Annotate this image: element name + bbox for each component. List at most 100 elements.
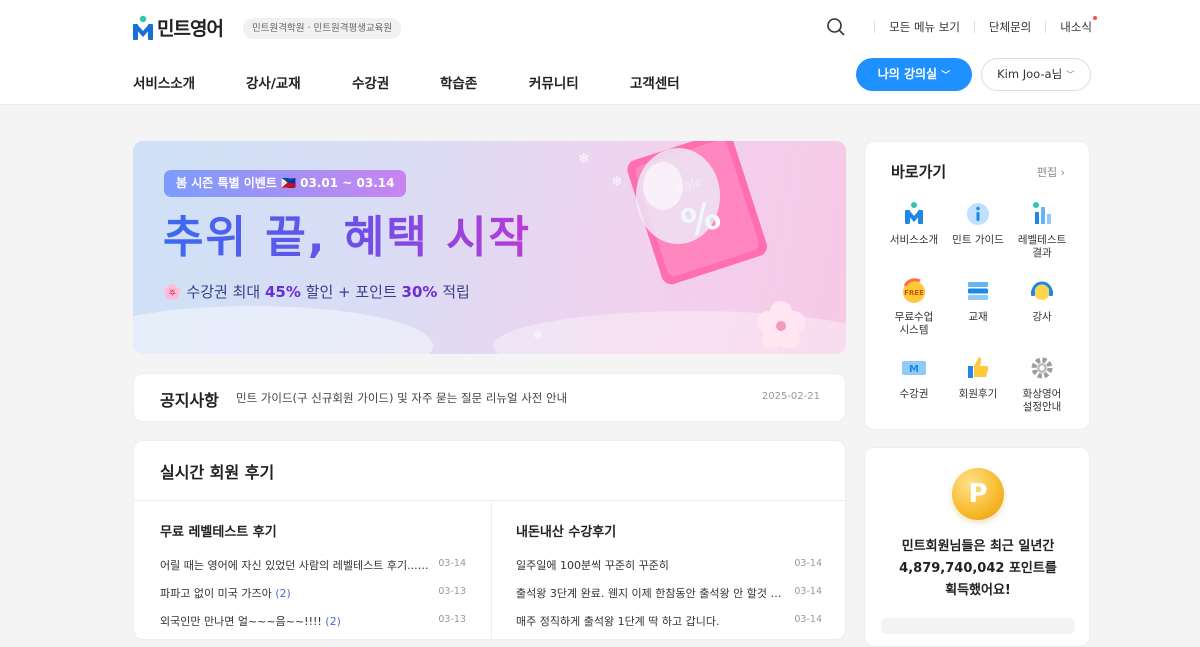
chevron-right-icon: ›	[1060, 166, 1065, 179]
quick-item-level-test-result[interactable]: 레벨테스트 결과	[1009, 200, 1075, 260]
group-inquiry-link[interactable]: 단체문의	[989, 19, 1031, 35]
divider	[973, 21, 975, 33]
divider	[491, 500, 492, 641]
my-news-link[interactable]: 내소식	[1060, 16, 1097, 35]
quick-item-label: 수강권	[899, 388, 929, 400]
review-title: 외국인만 만나면 얼~~~음~~!!!!	[160, 615, 322, 628]
banner-sub-suffix: 적립	[437, 283, 470, 301]
column-title: 무료 레벨테스트 후기	[160, 525, 277, 540]
banner-title: 추위 끝, 혜택 시작	[163, 201, 531, 265]
svg-text:❄: ❄	[533, 328, 543, 342]
quick-item-label: 회원후기	[958, 388, 998, 400]
books-icon	[964, 277, 992, 305]
nav-service-intro[interactable]: 서비스소개	[133, 72, 246, 92]
all-menu-link[interactable]: 모든 메뉴 보기	[889, 19, 960, 35]
quick-item-label: 레벨테스트 결과	[1017, 234, 1067, 259]
reviews-title: 실시간 회원 후기	[160, 463, 275, 482]
chevron-down-icon: ﹀	[941, 71, 951, 81]
mint-logo-icon	[900, 200, 928, 228]
quick-item-member-reviews[interactable]: 회원후기	[945, 354, 1011, 401]
user-menu-button[interactable]: Kim Joo-a님 ﹀	[981, 58, 1091, 91]
review-text: 출석왕 3단계 완료. 웬지 이제 한참동안 출석왕 안 할것 같...	[516, 587, 786, 600]
my-news-label: 내소식	[1060, 20, 1092, 34]
reviews-card: 실시간 회원 후기 무료 레벨테스트 후기 어릴 때는 영어에 자신 있었던 사…	[133, 440, 847, 641]
academy-badge: 민트원격학원 · 민트원격평생교육원	[243, 18, 402, 39]
review-date: 03-13	[438, 586, 466, 597]
mint-logo-icon	[133, 15, 153, 41]
level-test-reviews: 무료 레벨테스트 후기 어릴 때는 영어에 자신 있었던 사람의 레벨테스트 후…	[160, 521, 466, 628]
comment-count: (2)	[325, 615, 341, 628]
quick-links-title: 바로가기	[891, 163, 947, 181]
list-item[interactable]: 출석왕 3단계 완료. 웬지 이제 한참동안 출석왕 안 할것 같... 03-…	[516, 585, 822, 601]
review-text: 어릴 때는 영어에 자신 있었던 사람의 레벨테스트 후기... (1)	[160, 557, 430, 573]
list-item[interactable]: 파파고 없이 미국 가즈아 (2) 03-13	[160, 585, 466, 601]
quick-item-free-class[interactable]: FREE 무료수업 시스템	[881, 277, 947, 337]
quick-item-label: 서비스소개	[889, 234, 939, 246]
banner-sub-prefix: 🌸 수강권 최대	[163, 283, 265, 301]
svg-text:❄: ❄	[611, 174, 623, 190]
list-item[interactable]: 외국인만 만나면 얼~~~음~~!!!! (2) 03-13	[160, 613, 466, 629]
coin-icon: P	[952, 468, 1004, 520]
edit-link[interactable]: 편집 ›	[1037, 164, 1065, 180]
banner-subtitle: 🌸 수강권 최대 45% 할인 + 포인트 30% 적립	[163, 281, 470, 302]
my-classroom-label: 나의 강의실	[877, 67, 938, 81]
notice-date: 2025-02-21	[761, 391, 820, 402]
list-item[interactable]: 어릴 때는 영어에 자신 있었던 사람의 레벨테스트 후기... (1) 03-…	[160, 557, 466, 573]
search-icon[interactable]	[826, 17, 846, 37]
event-banner[interactable]: sale % ❄ ❄ ❄ 봄 시즌 특별 이벤트 🇵🇭 03.01 ~ 03.1…	[133, 141, 846, 354]
paid-course-reviews: 내돈내산 수강후기 일주일에 100분씩 꾸준히 꾸준히 03-14 출석왕 3…	[516, 521, 822, 628]
quick-item-ticket[interactable]: M 수강권	[881, 354, 947, 401]
review-text: 일주일에 100분씩 꾸준히 꾸준히	[516, 559, 669, 572]
review-text: 매주 정직하게 출석왕 1단계 딱 하고 갑니다.	[516, 615, 720, 628]
logo-text: 민트영어	[157, 18, 224, 40]
gear-icon	[1028, 354, 1056, 382]
quick-item-label: 민트 가이드	[952, 234, 1004, 246]
logo[interactable]: 민트영어	[133, 14, 224, 41]
nav-community[interactable]: 커뮤니티	[529, 72, 630, 92]
quick-item-video-setup[interactable]: 화상영어 설정안내	[1009, 354, 1075, 414]
divider	[1045, 21, 1047, 33]
site-header: 민트영어 민트원격학원 · 민트원격평생교육원 모든 메뉴 보기 단체문의 내소…	[0, 0, 1200, 105]
quick-item-label: 교재	[968, 311, 988, 323]
nav-customer-center[interactable]: 고객센터	[630, 72, 680, 92]
quick-links-card: 바로가기 편집 › 서비스소개 민트 가이드 레벨테스트 결과 FREE 무료수…	[864, 141, 1090, 430]
review-date: 03-14	[438, 558, 466, 569]
ticket-icon: M	[900, 354, 928, 382]
divider	[874, 21, 876, 33]
user-name: Kim Joo-a님	[997, 67, 1063, 81]
svg-text:❄: ❄	[578, 151, 590, 167]
nav-teacher-textbook[interactable]: 강사/교재	[246, 72, 352, 92]
points-line-3: 획득했어요!	[945, 583, 1011, 598]
points-total: 4,879,740,042 포인트를	[899, 561, 1057, 576]
comment-count: (2)	[275, 587, 291, 600]
notice-title: 공지사항	[160, 391, 219, 410]
edit-label: 편집	[1036, 166, 1058, 179]
review-date: 03-13	[438, 614, 466, 625]
quick-item-service-intro[interactable]: 서비스소개	[881, 200, 947, 247]
review-date: 03-14	[794, 558, 822, 569]
quick-item-teacher[interactable]: 강사	[1009, 277, 1075, 324]
nav-ticket[interactable]: 수강권	[352, 72, 440, 92]
quick-item-label: 화상영어 설정안내	[1022, 388, 1062, 413]
list-item[interactable]: 일주일에 100분씩 꾸준히 꾸준히 03-14	[516, 557, 822, 573]
svg-text:FREE: FREE	[904, 289, 924, 297]
quick-item-mint-guide[interactable]: 민트 가이드	[945, 200, 1011, 247]
my-classroom-button[interactable]: 나의 강의실 ﹀	[856, 58, 972, 91]
points-line-1: 민트회원님들은 최근 일년간	[901, 539, 1055, 554]
review-date: 03-14	[794, 586, 822, 597]
review-text: 파파고 없이 미국 가즈아 (2)	[160, 585, 291, 601]
points-card: P 민트회원님들은 최근 일년간 4,879,740,042 포인트를 획득했어…	[864, 447, 1090, 647]
bar-chart-icon	[1028, 200, 1056, 228]
notice-link[interactable]: 민트 가이드(구 신규회원 가이드) 및 자주 묻는 질문 리뉴얼 사전 안내	[236, 390, 567, 406]
event-badge: 봄 시즌 특별 이벤트 🇵🇭 03.01 ~ 03.14	[164, 170, 407, 197]
info-icon	[964, 200, 992, 228]
quick-item-textbook[interactable]: 교재	[945, 277, 1011, 324]
list-item[interactable]: 매주 정직하게 출석왕 1단계 딱 하고 갑니다. 03-14	[516, 613, 822, 629]
notification-dot	[1093, 16, 1097, 20]
discount-value: 45%	[264, 283, 301, 301]
svg-text:M: M	[909, 364, 919, 375]
column-title: 내돈내산 수강후기	[516, 525, 617, 540]
utility-nav: 모든 메뉴 보기 단체문의 내소식	[826, 16, 1097, 37]
nav-study-zone[interactable]: 학습존	[440, 72, 529, 92]
thumbs-up-icon	[964, 354, 992, 382]
